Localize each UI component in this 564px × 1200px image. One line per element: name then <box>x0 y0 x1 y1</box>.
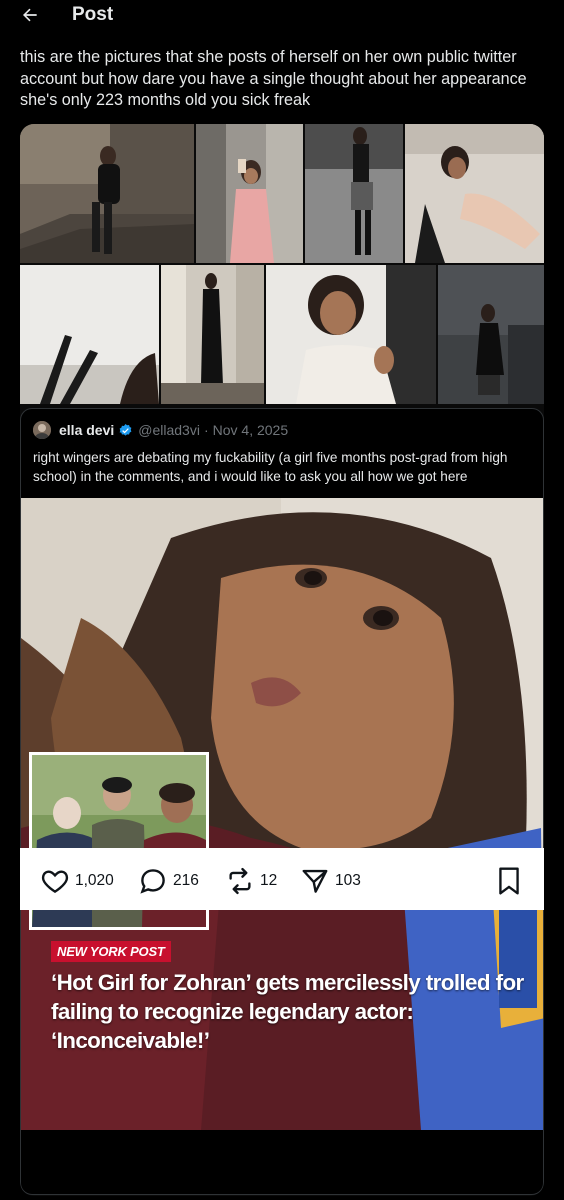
quoted-post-text: right wingers are debating my fuckabilit… <box>33 450 508 484</box>
post-body-text: this are the pictures that she posts of … <box>20 48 527 109</box>
page-title: Post <box>72 4 114 25</box>
share-icon <box>302 869 328 893</box>
like-count: 1,020 <box>75 872 114 889</box>
collage-photo-1[interactable] <box>20 124 194 263</box>
reply-icon <box>140 869 165 894</box>
like-button[interactable]: 1,020 <box>40 866 114 896</box>
avatar[interactable] <box>33 421 51 439</box>
collage-photo-8[interactable] <box>438 265 544 404</box>
article-headline: ‘Hot Girl for Zohran’ gets mercilessly t… <box>51 970 524 1053</box>
collage-photo-5[interactable] <box>20 265 159 404</box>
collage-photo-3[interactable] <box>305 124 403 263</box>
back-button[interactable] <box>18 3 42 27</box>
collage-photo-6[interactable] <box>161 265 264 404</box>
quoted-post-header: ella devi @ellad3vi · Nov 4, 2025 <box>33 421 288 439</box>
reply-button[interactable]: 216 <box>138 866 199 896</box>
share-button[interactable]: 103 <box>300 866 361 896</box>
verified-badge-icon <box>119 423 132 436</box>
author-name[interactable]: ella devi <box>59 422 114 438</box>
bookmark-icon[interactable] <box>496 866 522 896</box>
photo-collage[interactable] <box>20 124 544 404</box>
repost-icon <box>229 867 251 895</box>
meta-separator: · <box>203 422 209 438</box>
top-bar: Post <box>0 0 564 30</box>
repost-button[interactable]: 12 <box>225 866 277 896</box>
post-date[interactable]: Nov 4, 2025 <box>213 422 289 438</box>
engagement-bar: 1,020 216 12 103 <box>20 848 544 910</box>
collage-photo-2[interactable] <box>196 124 303 263</box>
collage-photo-7[interactable] <box>266 265 436 404</box>
heart-icon <box>41 870 69 894</box>
post-media-card: ella devi @ellad3vi · Nov 4, 2025 right … <box>20 124 544 1196</box>
repost-count: 12 <box>260 872 278 889</box>
reply-count: 216 <box>173 872 199 889</box>
arrow-left-icon <box>23 8 37 22</box>
share-count: 103 <box>335 872 361 889</box>
author-handle[interactable]: @ellad3vi <box>138 422 200 438</box>
publisher-badge: NEW YORK POST <box>51 941 171 962</box>
quoted-post[interactable]: ella devi @ellad3vi · Nov 4, 2025 right … <box>20 408 544 1195</box>
quoted-post-image[interactable]: NEW YORK POST ‘Hot Girl for Zohran’ gets… <box>21 498 543 1130</box>
collage-photo-4[interactable] <box>405 124 544 263</box>
